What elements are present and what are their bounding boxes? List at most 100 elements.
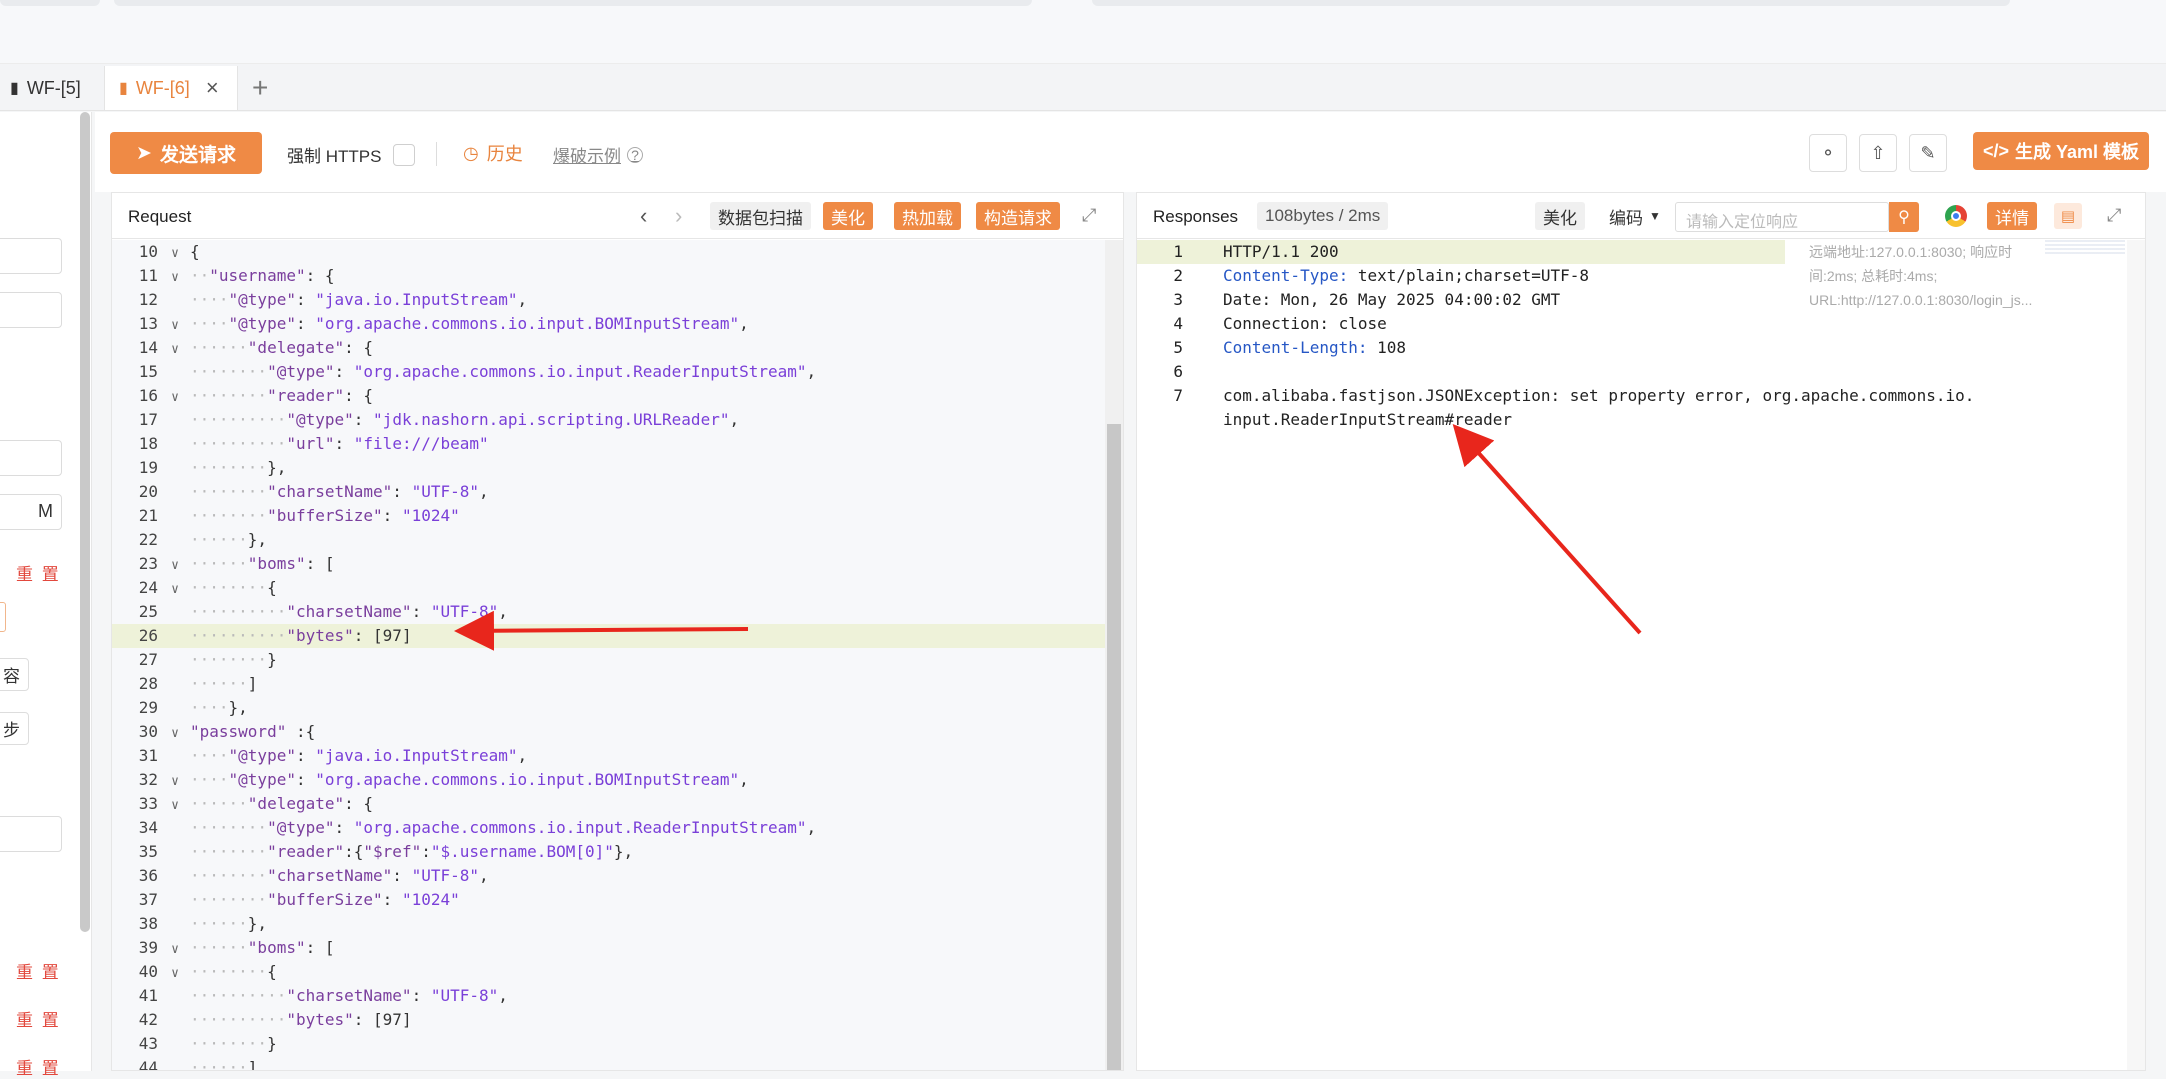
code-line[interactable]: 33 ∨ ······"delegate": { — [112, 792, 1112, 816]
fold-chevron-icon[interactable]: ∨ — [160, 962, 190, 986]
fold-chevron-icon[interactable]: ∨ — [160, 578, 190, 602]
response-line[interactable]: 2 Content-Type: text/plain;charset=UTF-8 — [1137, 264, 1785, 288]
code-line[interactable]: 36 ········"charsetName": "UTF-8", — [112, 864, 1112, 888]
response-line[interactable]: 1 HTTP/1.1 200 — [1137, 240, 1785, 264]
code-line[interactable]: 19 ········}, — [112, 456, 1112, 480]
fold-chevron-icon[interactable]: ∨ — [160, 242, 190, 266]
reset-button[interactable]: 重 置 — [16, 1006, 61, 1031]
code-line[interactable]: 20 ········"charsetName": "UTF-8", — [112, 480, 1112, 504]
edit-button[interactable]: ✎ — [1909, 134, 1947, 172]
code-line[interactable]: 23 ∨ ······"boms": [ — [112, 552, 1112, 576]
send-request-button[interactable]: ➤ 发送请求 — [110, 132, 262, 174]
left-input[interactable] — [0, 292, 62, 328]
left-small-button[interactable]: 步 — [0, 712, 29, 745]
detail-button[interactable]: 详情 — [1987, 202, 2037, 230]
code-line[interactable]: 24 ∨ ········{ — [112, 576, 1112, 600]
beautify-button[interactable]: 美化 — [823, 202, 873, 230]
packet-scan-button[interactable]: 数据包扫描 — [710, 202, 811, 230]
expand-icon[interactable]: ⤢ — [1082, 205, 1096, 226]
export-button[interactable]: ⇧ — [1859, 134, 1897, 172]
response-line[interactable]: 7 com.alibaba.fastjson.JSONException: set… — [1137, 384, 1974, 408]
code-line[interactable]: 30 ∨ "password" :{ — [112, 720, 1112, 744]
code-line[interactable]: 40 ∨ ········{ — [112, 960, 1112, 984]
response-line[interactable]: input.ReaderInputStream#reader — [1137, 408, 1785, 432]
share-button[interactable]: ⚬ — [1809, 134, 1847, 172]
left-input[interactable]: M — [0, 494, 62, 530]
code-line[interactable]: 25 ··········"charsetName": "UTF-8", — [112, 600, 1112, 624]
code-line[interactable]: 38 ······}, — [112, 912, 1112, 936]
fold-chevron-icon[interactable]: ∨ — [160, 554, 190, 578]
code-line[interactable]: 18 ··········"url": "file:///beam" — [112, 432, 1112, 456]
reset-button[interactable]: 重 置 — [16, 1054, 61, 1079]
code-line[interactable]: 26 ··········"bytes": [97] — [112, 624, 1112, 648]
left-orange-edge[interactable] — [0, 602, 6, 632]
add-tab-button[interactable]: + — [252, 72, 268, 104]
fold-chevron-icon[interactable]: ∨ — [160, 770, 190, 794]
chrome-icon[interactable] — [1945, 205, 1967, 227]
chevron-left-icon[interactable]: ‹ — [640, 203, 647, 229]
request-editor[interactable]: 10 ∨{11 ∨ ··"username": {12 ····"@type": "ja… — [112, 240, 1123, 1070]
history-button[interactable]: ◷ 历史 — [463, 140, 523, 166]
top-field[interactable] — [114, 0, 1032, 6]
left-input[interactable] — [0, 816, 62, 852]
force-https-toggle[interactable]: 强制 HTTPS — [287, 142, 416, 167]
code-line[interactable]: 22 ······}, — [112, 528, 1112, 552]
response-line[interactable]: 4 Connection: close — [1137, 312, 1785, 336]
force-https-checkbox[interactable] — [393, 143, 416, 166]
brute-example-link[interactable]: 爆破示例 ? — [553, 142, 643, 167]
fold-chevron-icon[interactable]: ∨ — [160, 794, 190, 818]
code-line[interactable]: 28 ······] — [112, 672, 1112, 696]
left-input[interactable] — [0, 440, 62, 476]
fold-chevron-icon[interactable]: ∨ — [160, 722, 190, 746]
fold-chevron-icon[interactable]: ∨ — [160, 386, 190, 410]
expand-icon[interactable]: ⤢ — [2107, 205, 2121, 226]
code-line[interactable]: 41 ··········"charsetName": "UTF-8", — [112, 984, 1112, 1008]
code-line[interactable]: 32 ∨ ····"@type": "org.apache.commons.io.i… — [112, 768, 1112, 792]
response-line[interactable]: 3 Date: Mon, 26 May 2025 04:00:02 GMT — [1137, 288, 1785, 312]
comment-button[interactable]: ▤ — [2054, 203, 2082, 229]
tab-wf-5[interactable]: ▮ WF-[5] — [0, 66, 95, 110]
code-line[interactable]: 21 ········"bufferSize": "1024" — [112, 504, 1112, 528]
left-input[interactable] — [0, 238, 62, 274]
request-code[interactable]: 10 ∨{11 ∨ ··"username": {12 ····"@type": "ja… — [112, 240, 1112, 1070]
reset-button[interactable]: 重 置 — [16, 958, 61, 983]
fold-chevron-icon[interactable]: ∨ — [160, 938, 190, 962]
reset-button[interactable]: 重 置 — [16, 560, 61, 585]
build-request-button[interactable]: 构造请求 — [976, 202, 1060, 230]
request-scrollbar[interactable] — [1105, 240, 1123, 1070]
code-line[interactable]: 10 ∨{ — [112, 240, 1112, 264]
code-line[interactable]: 43 ········} — [112, 1032, 1112, 1056]
left-scrollbar[interactable] — [80, 112, 90, 932]
code-line[interactable]: 11 ∨ ··"username": { — [112, 264, 1112, 288]
fold-chevron-icon[interactable]: ∨ — [160, 266, 190, 290]
fold-chevron-icon[interactable]: ∨ — [160, 314, 190, 338]
search-button[interactable]: ⚲ — [1889, 202, 1919, 232]
fold-chevron-icon[interactable]: ∨ — [160, 338, 190, 362]
code-line[interactable]: 29 ····}, — [112, 696, 1112, 720]
response-scrollbar[interactable] — [2127, 240, 2145, 1070]
generate-yaml-button[interactable]: </> 生成 Yaml 模板 — [1973, 132, 2149, 170]
code-line[interactable]: 31 ····"@type": "java.io.InputStream", — [112, 744, 1112, 768]
minimap[interactable] — [2045, 240, 2125, 256]
encode-dropdown[interactable]: 编码 ▼ — [1601, 202, 1669, 230]
code-line[interactable]: 34 ········"@type": "org.apache.commons.i… — [112, 816, 1112, 840]
close-icon[interactable]: × — [206, 75, 219, 101]
response-line[interactable]: 5 Content-Length: 108 — [1137, 336, 1785, 360]
tab-wf-6[interactable]: ▮ WF-[6] × — [104, 66, 238, 110]
code-line[interactable]: 42 ··········"bytes": [97] — [112, 1008, 1112, 1032]
response-beautify-button[interactable]: 美化 — [1535, 202, 1585, 230]
top-field[interactable] — [1092, 0, 2010, 6]
code-line[interactable]: 16 ∨ ········"reader": { — [112, 384, 1112, 408]
code-line[interactable]: 14 ∨ ······"delegate": { — [112, 336, 1112, 360]
top-field[interactable] — [0, 0, 100, 6]
code-line[interactable]: 13 ∨ ····"@type": "org.apache.commons.io.i… — [112, 312, 1112, 336]
code-line[interactable]: 44 ······] — [112, 1056, 1112, 1070]
code-line[interactable]: 15 ········"@type": "org.apache.commons.i… — [112, 360, 1112, 384]
response-editor[interactable]: 1 HTTP/1.1 200 2 Content-Type: text/plain;c… — [1137, 240, 2145, 1070]
code-line[interactable]: 27 ········} — [112, 648, 1112, 672]
code-line[interactable]: 39 ∨ ······"boms": [ — [112, 936, 1112, 960]
locate-response-input[interactable]: 请输入定位响应 — [1675, 202, 1889, 232]
left-small-button[interactable]: 容 — [0, 658, 29, 691]
chevron-right-icon[interactable]: › — [675, 203, 682, 229]
code-line[interactable]: 35 ········"reader":{"$ref":"$.username.B… — [112, 840, 1112, 864]
